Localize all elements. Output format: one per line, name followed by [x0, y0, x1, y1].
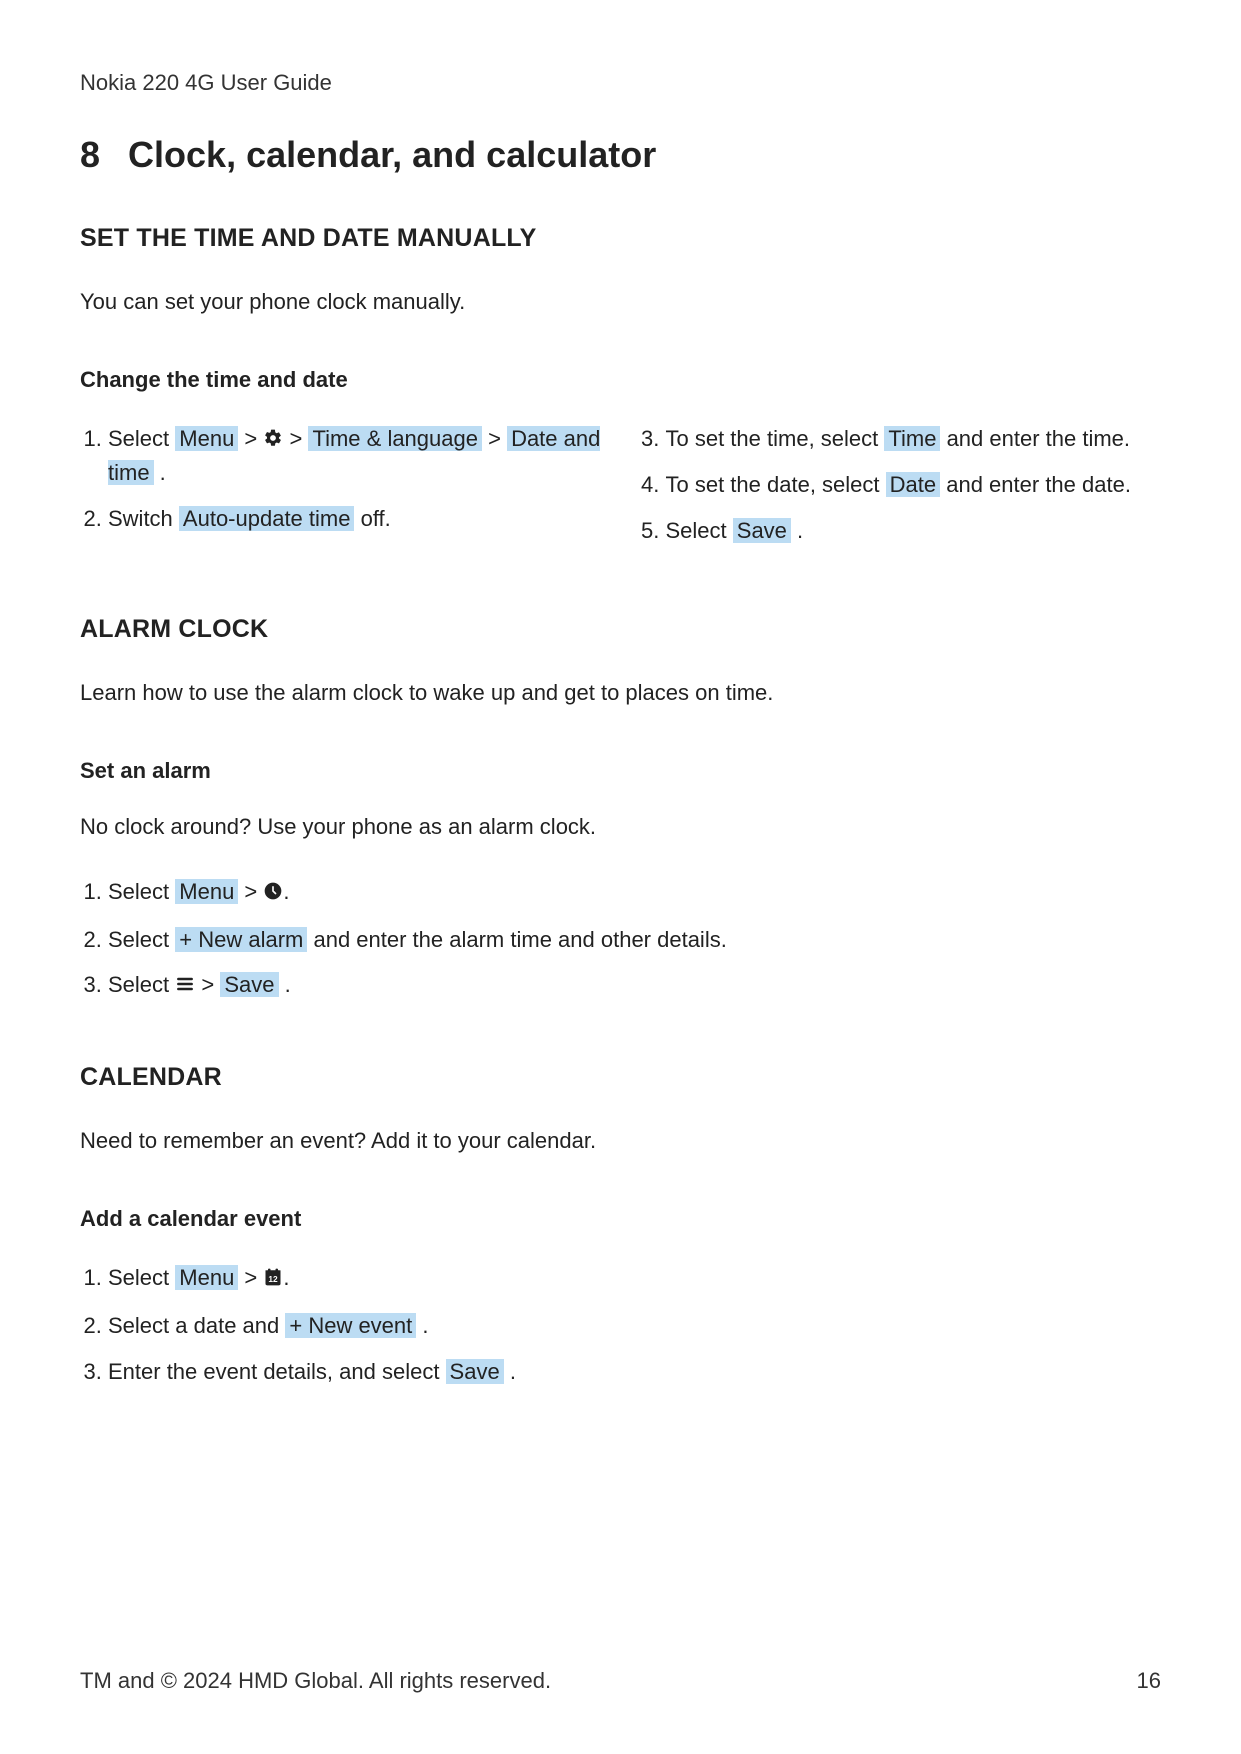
section-intro: Need to remember an event? Add it to you…	[80, 1128, 1161, 1154]
ui-ref-save: Save	[220, 972, 278, 997]
text: To set the time, select	[666, 426, 885, 451]
text: .	[416, 1313, 428, 1338]
ui-ref-menu: Menu	[175, 426, 238, 451]
text: Select	[108, 927, 175, 952]
subsection-heading: Add a calendar event	[80, 1206, 1161, 1232]
steps-calendar: Select Menu > 12. Select a date and + Ne…	[80, 1262, 1161, 1388]
step: Select Menu > 12.	[108, 1262, 1161, 1296]
step: Select > Save .	[108, 969, 1161, 1003]
text: Select	[666, 518, 733, 543]
section-heading: ALARM CLOCK	[80, 615, 1161, 644]
section-calendar: CALENDAR Need to remember an event? Add …	[80, 1063, 1161, 1388]
text: Select	[108, 426, 175, 451]
step: Enter the event details, and select Save…	[108, 1356, 1161, 1388]
chapter-name: Clock, calendar, and calculator	[128, 134, 656, 175]
ui-ref-time-language: Time & language	[308, 426, 482, 451]
text: .	[283, 1265, 289, 1290]
step: Select Menu > > Time & language > Date a…	[108, 423, 604, 489]
ui-ref-menu: Menu	[175, 879, 238, 904]
step: To set the date, select Date and enter t…	[666, 469, 1162, 501]
text: >	[238, 426, 263, 451]
text: >	[283, 426, 308, 451]
chapter-number: 8	[80, 134, 100, 176]
section-heading: SET THE TIME AND DATE MANUALLY	[80, 224, 1161, 253]
page-footer: TM and © 2024 HMD Global. All rights res…	[80, 1668, 1161, 1694]
ui-ref-new-event: + New event	[285, 1313, 416, 1338]
text: .	[283, 879, 289, 904]
footer-copyright: TM and © 2024 HMD Global. All rights res…	[80, 1668, 551, 1694]
text: .	[504, 1359, 516, 1384]
section-time-date: SET THE TIME AND DATE MANUALLY You can s…	[80, 224, 1161, 555]
ui-ref-auto-update: Auto-update time	[179, 506, 355, 531]
step: To set the time, select Time and enter t…	[666, 423, 1162, 455]
text: and enter the date.	[940, 472, 1131, 497]
subsection-heading: Change the time and date	[80, 367, 1161, 393]
ui-ref-new-alarm: + New alarm	[175, 927, 307, 952]
section-alarm: ALARM CLOCK Learn how to use the alarm c…	[80, 615, 1161, 1004]
running-head: Nokia 220 4G User Guide	[80, 70, 1161, 96]
section-intro: You can set your phone clock manually.	[80, 289, 1161, 315]
text: and enter the alarm time and other detai…	[307, 927, 726, 952]
text: .	[154, 460, 166, 485]
text: and enter the time.	[940, 426, 1130, 451]
ui-ref-menu: Menu	[175, 1265, 238, 1290]
text: To set the date, select	[666, 472, 886, 497]
ui-ref-time: Time	[884, 426, 940, 451]
subsection-intro: No clock around? Use your phone as an al…	[80, 814, 1161, 840]
text: Select	[108, 879, 175, 904]
text: >	[482, 426, 507, 451]
steps-alarm: Select Menu > . Select + New alarm and e…	[80, 876, 1161, 1004]
text: Enter the event details, and select	[108, 1359, 446, 1384]
footer-page-number: 16	[1137, 1668, 1161, 1694]
text: .	[279, 972, 291, 997]
text: Switch	[108, 506, 179, 531]
ui-ref-save: Save	[446, 1359, 504, 1384]
hamburger-icon	[175, 971, 195, 1003]
text: .	[791, 518, 803, 543]
svg-text:12: 12	[269, 1274, 279, 1284]
chapter-title: 8 Clock, calendar, and calculator	[80, 134, 1161, 176]
gear-icon	[263, 425, 283, 457]
text: Select	[108, 972, 175, 997]
ui-ref-date: Date	[886, 472, 940, 497]
section-intro: Learn how to use the alarm clock to wake…	[80, 680, 1161, 706]
text: off.	[354, 506, 390, 531]
text: Select	[108, 1265, 175, 1290]
text: >	[238, 879, 263, 904]
calendar-icon: 12	[263, 1264, 283, 1296]
steps-time-date: Select Menu > > Time & language > Date a…	[80, 423, 1161, 555]
step: Select Save .	[666, 515, 1162, 547]
subsection-heading: Set an alarm	[80, 758, 1161, 784]
clock-icon	[263, 878, 283, 910]
text: Select a date and	[108, 1313, 285, 1338]
step: Select Menu > .	[108, 876, 1161, 910]
step: Select a date and + New event .	[108, 1310, 1161, 1342]
text: >	[238, 1265, 263, 1290]
text: >	[195, 972, 220, 997]
ui-ref-save: Save	[733, 518, 791, 543]
section-heading: CALENDAR	[80, 1063, 1161, 1092]
step: Switch Auto-update time off.	[108, 503, 604, 535]
step: Select + New alarm and enter the alarm t…	[108, 924, 1161, 956]
